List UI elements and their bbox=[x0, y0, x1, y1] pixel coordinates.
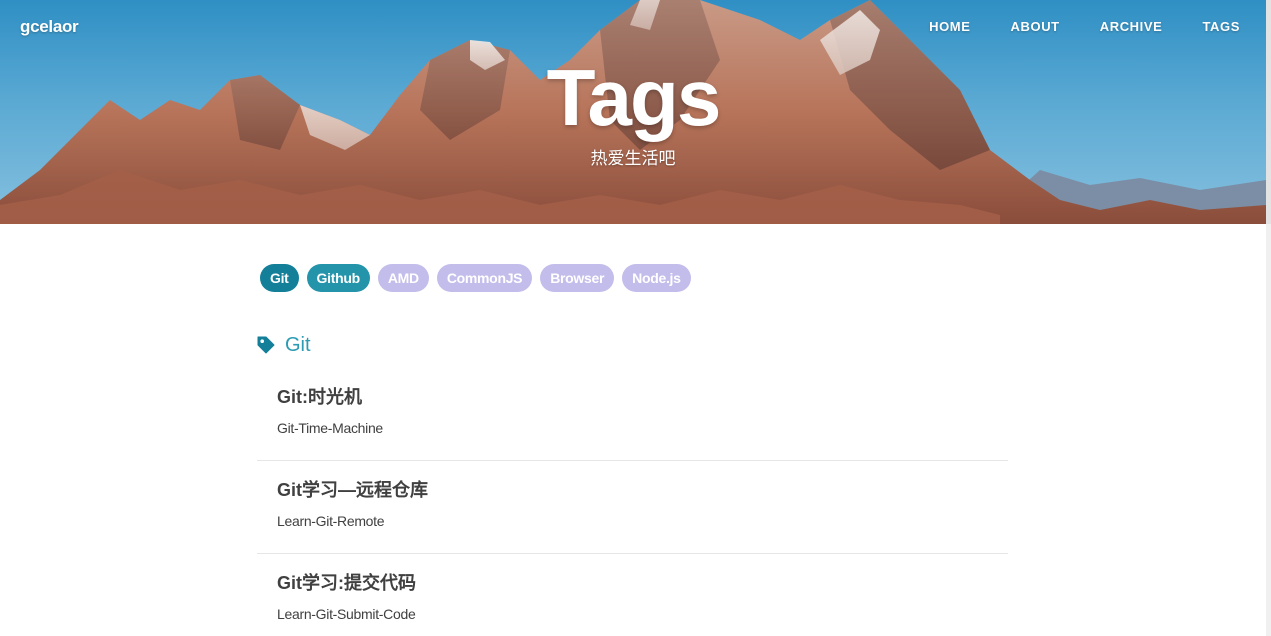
scrollbar-thumb[interactable] bbox=[1266, 0, 1271, 224]
tag-pill-nodejs[interactable]: Node.js bbox=[622, 264, 691, 292]
header-hero: gcelaor HOME ABOUT ARCHIVE TAGS Tags 热爱生… bbox=[0, 0, 1266, 224]
tag-pill-git[interactable]: Git bbox=[260, 264, 299, 292]
tag-pill-commonjs[interactable]: CommonJS bbox=[436, 264, 533, 292]
brand-logo[interactable]: gcelaor bbox=[20, 17, 79, 37]
tag-icon bbox=[257, 336, 275, 354]
nav-archive[interactable]: ARCHIVE bbox=[1100, 19, 1163, 34]
tag-pill-github[interactable]: Github bbox=[306, 264, 370, 292]
post-title[interactable]: Git:时光机 bbox=[277, 386, 362, 408]
post-subtitle: Learn-Git-Remote bbox=[277, 513, 385, 529]
post-title[interactable]: Git学习:提交代码 bbox=[277, 572, 416, 594]
tag-pill-amd[interactable]: AMD bbox=[377, 264, 429, 292]
tag-section-heading[interactable]: Git bbox=[257, 333, 311, 357]
page: gcelaor HOME ABOUT ARCHIVE TAGS Tags 热爱生… bbox=[0, 0, 1271, 636]
tag-cloud: Git Github AMD CommonJS Browser Node.js bbox=[260, 264, 691, 292]
nav-tags[interactable]: TAGS bbox=[1202, 19, 1240, 34]
post-item[interactable]: Git:时光机 Git-Time-Machine bbox=[257, 368, 1008, 461]
page-title: Tags bbox=[546, 53, 722, 142]
post-title[interactable]: Git学习—远程仓库 bbox=[277, 479, 428, 501]
page-subtitle: 热爱生活吧 bbox=[590, 149, 676, 168]
tag-section-title: Git bbox=[285, 334, 311, 356]
main-nav: HOME ABOUT ARCHIVE TAGS bbox=[889, 19, 1240, 34]
nav-about[interactable]: ABOUT bbox=[1011, 19, 1060, 34]
post-subtitle: Git-Time-Machine bbox=[277, 420, 383, 436]
post-list: Git:时光机 Git-Time-Machine Git学习—远程仓库 Lear… bbox=[257, 368, 1008, 636]
scrollbar[interactable] bbox=[1266, 0, 1271, 636]
post-item[interactable]: Git学习—远程仓库 Learn-Git-Remote bbox=[257, 461, 1008, 554]
tag-pill-browser[interactable]: Browser bbox=[540, 264, 615, 292]
post-item[interactable]: Git学习:提交代码 Learn-Git-Submit-Code bbox=[257, 554, 1008, 636]
post-subtitle: Learn-Git-Submit-Code bbox=[277, 606, 416, 622]
nav-home[interactable]: HOME bbox=[929, 19, 970, 34]
